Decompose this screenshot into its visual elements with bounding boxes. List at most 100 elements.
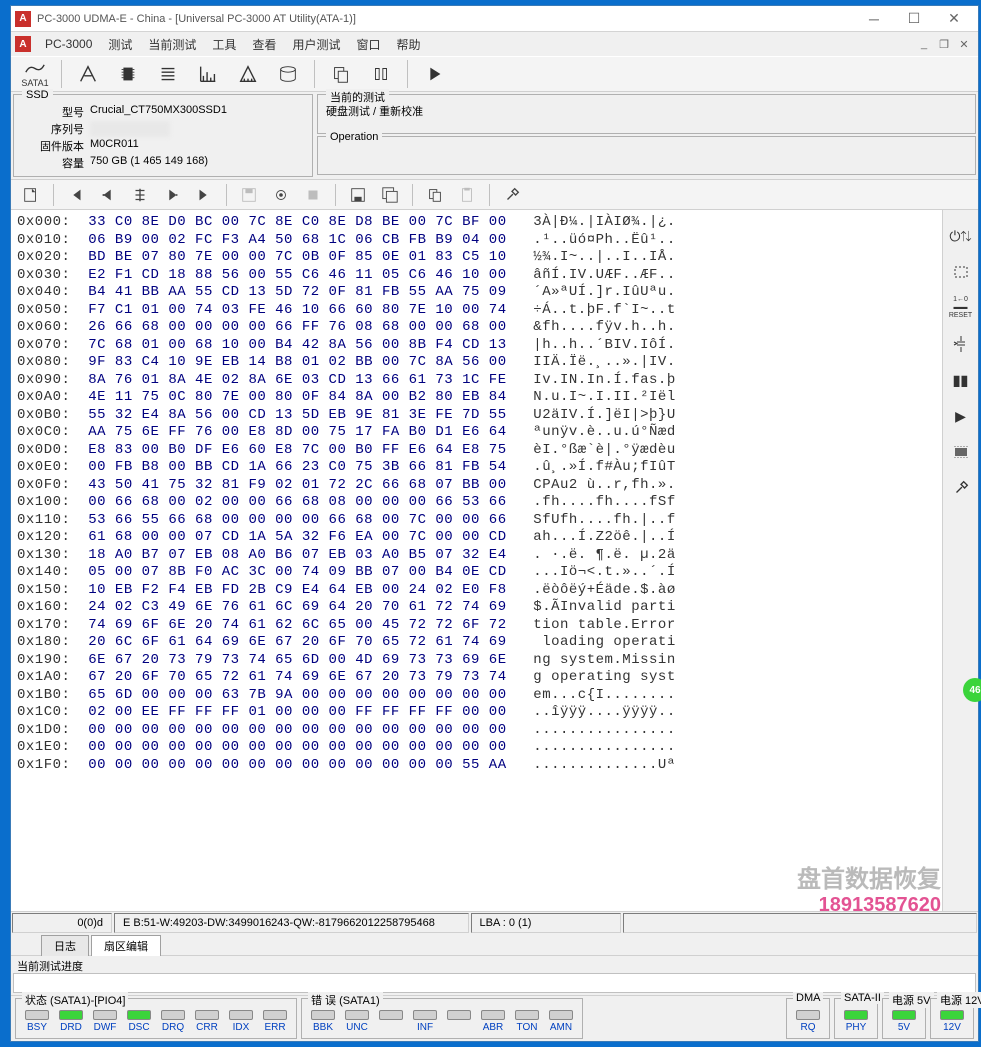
hex-btn-stop[interactable] xyxy=(299,182,327,208)
rtool-play-icon[interactable]: ▶ xyxy=(947,402,975,430)
state-fieldset: 状态 (SATA1)-[PIO4] BSYDRDDWFDSCDRQCRRIDXE… xyxy=(15,998,297,1039)
rtool-chip-icon[interactable] xyxy=(947,258,975,286)
tab-log[interactable]: 日志 xyxy=(41,935,89,956)
rtool-wrench-icon[interactable] xyxy=(947,474,975,502)
progress-bar xyxy=(13,973,976,993)
titlebar: A PC-3000 UDMA-E - China - [Universal PC… xyxy=(11,6,978,32)
led-CRR: CRR xyxy=(192,1010,222,1033)
sata2-legend: SATA-II xyxy=(841,992,884,1004)
led-PHY: PHY xyxy=(841,1010,871,1033)
led-BSY: BSY xyxy=(22,1010,52,1033)
close-button[interactable]: ✕ xyxy=(934,7,974,31)
mdi-minimize-icon[interactable]: _ xyxy=(915,36,933,52)
serial-value xyxy=(90,121,170,137)
led-INF: INF xyxy=(410,1010,440,1033)
mdi-close-icon[interactable]: ✕ xyxy=(955,36,973,52)
error-legend: 错 误 (SATA1) xyxy=(308,992,383,1008)
app-icon: A xyxy=(15,11,31,27)
hex-btn-paste[interactable] xyxy=(453,182,481,208)
maximize-button[interactable]: ☐ xyxy=(894,7,934,31)
tool-btn-triangle[interactable] xyxy=(232,59,264,89)
tool-btn-1[interactable] xyxy=(72,59,104,89)
mdi-restore-icon[interactable]: ❐ xyxy=(935,36,953,52)
sata-label: SATA1 xyxy=(21,78,48,88)
operation-legend: Operation xyxy=(326,131,382,143)
led-blank xyxy=(444,1010,474,1033)
tool-btn-chart[interactable] xyxy=(192,59,224,89)
menu-test[interactable]: 测试 xyxy=(100,34,140,55)
operation-box: Operation xyxy=(317,136,976,176)
menubar: A PC-3000 测试 当前测试 工具 查看 用户测试 窗口 帮助 _ ❐ ✕ xyxy=(11,32,978,56)
led-5V: 5V xyxy=(889,1010,919,1033)
hex-btn-goto[interactable] xyxy=(126,182,154,208)
info-panel: SSD 型号Crucial_CT750MX300SSD1 序列号 固件版本M0C… xyxy=(11,92,978,180)
minimize-button[interactable]: ─ xyxy=(854,7,894,31)
firmware-label: 固件版本 xyxy=(24,138,84,154)
hex-btn-prev[interactable] xyxy=(94,182,122,208)
tool-btn-copy[interactable] xyxy=(325,59,357,89)
led-ERR: ERR xyxy=(260,1010,290,1033)
main-window: A PC-3000 UDMA-E - China - [Universal PC… xyxy=(10,5,979,1042)
menu-user-test[interactable]: 用户测试 xyxy=(284,34,348,55)
led-TON: TON xyxy=(512,1010,542,1033)
hex-btn-saveall[interactable] xyxy=(376,182,404,208)
capacity-value: 750 GB (1 465 149 168) xyxy=(90,155,208,171)
hex-view[interactable]: 0x000: 33 C0 8E D0 BC 00 7C 8E C0 8E D8 … xyxy=(11,210,942,911)
power5v-fieldset: 电源 5V 5V xyxy=(882,998,926,1039)
error-fieldset: 错 误 (SATA1) BBKUNCINFABRTONAMN xyxy=(301,998,583,1039)
drive-info-fieldset: SSD 型号Crucial_CT750MX300SSD1 序列号 固件版本M0C… xyxy=(13,94,313,177)
menu-help[interactable]: 帮助 xyxy=(388,34,428,55)
status-cell-lba: LBA : 0 (1) xyxy=(471,913,621,933)
hex-btn-copy[interactable] xyxy=(421,182,449,208)
hex-toolbar xyxy=(11,180,978,210)
led-DSC: DSC xyxy=(124,1010,154,1033)
capacity-label: 容量 xyxy=(24,155,84,171)
main-toolbar: SATA1 xyxy=(11,56,978,92)
hex-btn-save[interactable] xyxy=(235,182,263,208)
current-test-value: 硬盘测试 / 重新校准 xyxy=(326,99,967,119)
led-UNC: UNC xyxy=(342,1010,372,1033)
current-test-legend: 当前的测试 xyxy=(326,89,389,105)
status-cell-offset: 0(0)d xyxy=(12,913,112,933)
led-RQ: RQ xyxy=(793,1010,823,1033)
hex-btn-first[interactable] xyxy=(62,182,90,208)
led-12V: 12V xyxy=(937,1010,967,1033)
tool-btn-disk[interactable] xyxy=(272,59,304,89)
hex-btn-open[interactable] xyxy=(17,182,45,208)
menu-view[interactable]: 查看 xyxy=(244,34,284,55)
menu-app[interactable]: PC-3000 xyxy=(37,35,100,53)
power12v-legend: 电源 12V xyxy=(937,992,981,1008)
power12v-fieldset: 电源 12V 12V xyxy=(930,998,974,1039)
tool-btn-settings[interactable] xyxy=(365,59,397,89)
hex-btn-last[interactable] xyxy=(190,182,218,208)
tool-btn-chip[interactable] xyxy=(112,59,144,89)
hex-btn-tools[interactable] xyxy=(498,182,526,208)
state-legend: 状态 (SATA1)-[PIO4] xyxy=(22,992,128,1008)
tool-btn-list[interactable] xyxy=(152,59,184,89)
led-DRD: DRD xyxy=(56,1010,86,1033)
led-ABR: ABR xyxy=(478,1010,508,1033)
tab-sector-edit[interactable]: 扇区编辑 xyxy=(91,935,161,956)
hex-btn-next[interactable] xyxy=(158,182,186,208)
model-label: 型号 xyxy=(24,104,84,120)
hex-btn-gear[interactable] xyxy=(267,182,295,208)
rtool-reset-icon[interactable]: 1←0▬▬RESET xyxy=(947,294,975,322)
rtool-pause-icon[interactable]: ▮▮ xyxy=(947,366,975,394)
rtool-chip2-icon[interactable] xyxy=(947,438,975,466)
hex-btn-savefile[interactable] xyxy=(344,182,372,208)
sata-port-button[interactable]: SATA1 xyxy=(19,59,51,89)
drive-info-legend: SSD xyxy=(22,89,53,101)
sata2-fieldset: SATA-II PHY xyxy=(834,998,878,1039)
model-value: Crucial_CT750MX300SSD1 xyxy=(90,104,227,120)
rtool-capacitor-icon[interactable] xyxy=(947,330,975,358)
serial-label: 序列号 xyxy=(24,121,84,137)
rtool-power-icon[interactable]: ⏻⇅ xyxy=(947,222,975,250)
menu-current-test[interactable]: 当前测试 xyxy=(140,34,204,55)
menu-tools[interactable]: 工具 xyxy=(204,34,244,55)
window-title: PC-3000 UDMA-E - China - [Universal PC-3… xyxy=(37,13,854,25)
led-blank xyxy=(376,1010,406,1033)
tool-btn-play[interactable] xyxy=(418,59,450,89)
menu-window[interactable]: 窗口 xyxy=(348,34,388,55)
status-cell-values: E B:51-W:49203-DW:3499016243-QW:-8179662… xyxy=(114,913,469,933)
right-toolbar: ⏻⇅ 1←0▬▬RESET ▮▮ ▶ xyxy=(942,210,978,911)
